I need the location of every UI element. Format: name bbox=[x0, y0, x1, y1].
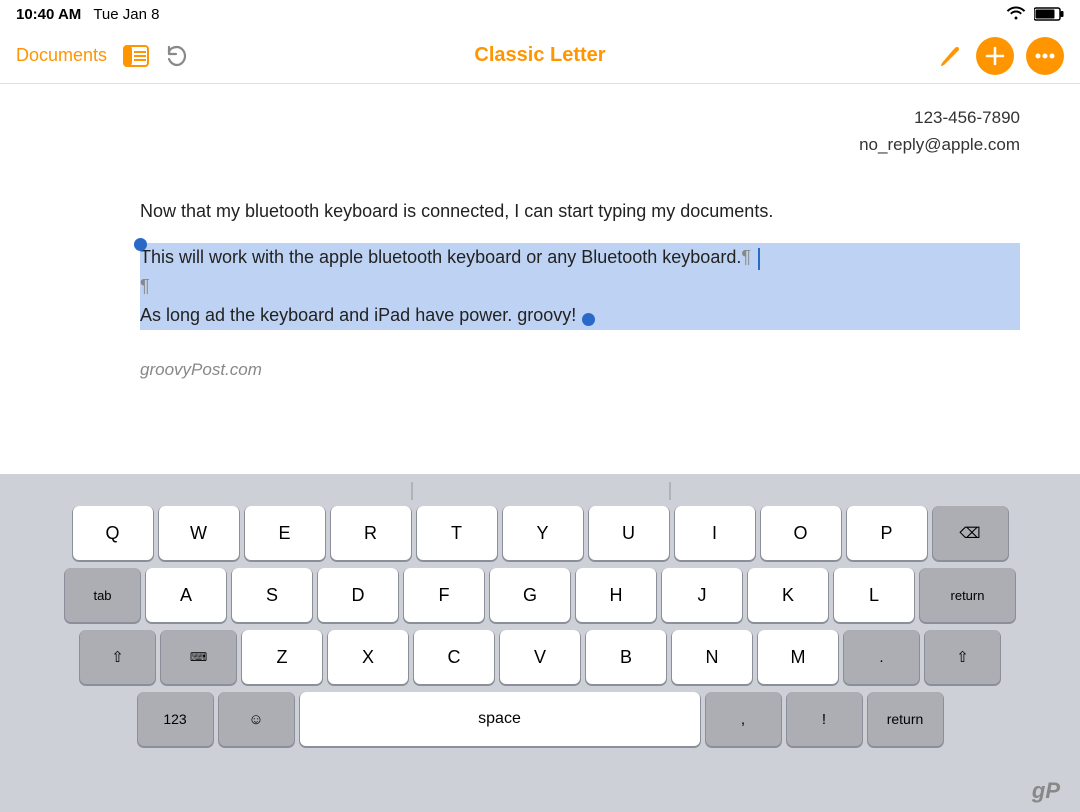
key-d[interactable]: D bbox=[318, 568, 398, 622]
key-r[interactable]: R bbox=[331, 506, 411, 560]
key-j[interactable]: J bbox=[662, 568, 742, 622]
status-right-icons bbox=[1006, 4, 1064, 24]
key-e[interactable]: E bbox=[245, 506, 325, 560]
key-return-bottom[interactable]: return bbox=[868, 692, 943, 746]
keyboard-dividers bbox=[4, 482, 1076, 500]
selected-line-1: This will work with the apple bluetooth … bbox=[140, 243, 1020, 272]
sidebar-toggle-button[interactable] bbox=[123, 45, 149, 67]
key-q[interactable]: Q bbox=[73, 506, 153, 560]
key-u[interactable]: U bbox=[589, 506, 669, 560]
wifi-icon bbox=[1006, 4, 1026, 24]
paragraph-1-text: Now that my bluetooth keyboard is connec… bbox=[140, 201, 773, 221]
keyboard-row-3: ⇧ ⌨ Z X C V B N M . ⇧ bbox=[4, 630, 1076, 684]
key-tab[interactable]: tab bbox=[65, 568, 140, 622]
key-comma[interactable]: , bbox=[706, 692, 781, 746]
key-hide[interactable]: ⌨ bbox=[161, 630, 236, 684]
keyboard-bottom-row: 123 ☺ space , ! return bbox=[4, 692, 1076, 746]
keyboard-area: Q W E R T Y U I O P ⌫ tab A S D F G H J … bbox=[0, 474, 1080, 812]
key-f[interactable]: F bbox=[404, 568, 484, 622]
text-cursor bbox=[758, 248, 760, 270]
document-title: Classic Letter bbox=[474, 44, 605, 66]
divider-right bbox=[669, 482, 671, 500]
selected-line-2: ¶ bbox=[140, 272, 1020, 301]
keyboard-watermark: gP bbox=[1032, 778, 1060, 804]
key-v[interactable]: V bbox=[500, 630, 580, 684]
key-s[interactable]: S bbox=[232, 568, 312, 622]
key-space[interactable]: space bbox=[300, 692, 700, 746]
key-w[interactable]: W bbox=[159, 506, 239, 560]
key-delete[interactable]: ⌫ bbox=[933, 506, 1008, 560]
key-g[interactable]: G bbox=[490, 568, 570, 622]
key-h[interactable]: H bbox=[576, 568, 656, 622]
status-date: Tue Jan 8 bbox=[93, 6, 159, 23]
divider-left bbox=[411, 482, 413, 500]
key-y[interactable]: Y bbox=[503, 506, 583, 560]
key-x[interactable]: X bbox=[328, 630, 408, 684]
documents-button[interactable]: Documents bbox=[16, 45, 107, 66]
selected-text-line-3: As long ad the keyboard and iPad have po… bbox=[140, 305, 576, 325]
key-z[interactable]: Z bbox=[242, 630, 322, 684]
key-k[interactable]: K bbox=[748, 568, 828, 622]
key-emoji[interactable]: ☺ bbox=[219, 692, 294, 746]
paragraph-1: Now that my bluetooth keyboard is connec… bbox=[140, 198, 1020, 225]
key-b[interactable]: B bbox=[586, 630, 666, 684]
key-c[interactable]: C bbox=[414, 630, 494, 684]
selected-text-line-1: This will work with the apple bluetooth … bbox=[140, 247, 741, 267]
add-button[interactable] bbox=[976, 37, 1014, 75]
keyboard-row-2: tab A S D F G H J K L return bbox=[4, 568, 1076, 622]
contact-info: 123-456-7890 no_reply@apple.com bbox=[140, 104, 1020, 158]
key-i[interactable]: I bbox=[675, 506, 755, 560]
key-exclamation[interactable]: ! bbox=[787, 692, 862, 746]
key-t[interactable]: T bbox=[417, 506, 497, 560]
toolbar: Documents Classic Letter bbox=[0, 28, 1080, 84]
key-n[interactable]: N bbox=[672, 630, 752, 684]
undo-button[interactable] bbox=[165, 45, 189, 67]
status-time: 10:40 AM bbox=[16, 6, 81, 23]
key-period[interactable]: . bbox=[844, 630, 919, 684]
selection-end-dot bbox=[582, 307, 595, 334]
document-watermark: groovyPost.com bbox=[140, 360, 1020, 380]
phone-number: 123-456-7890 bbox=[140, 104, 1020, 131]
key-o[interactable]: O bbox=[761, 506, 841, 560]
key-a[interactable]: A bbox=[146, 568, 226, 622]
paragraph-2[interactable]: This will work with the apple bluetooth … bbox=[140, 243, 1020, 330]
more-button[interactable] bbox=[1026, 37, 1064, 75]
keyboard-row-1: Q W E R T Y U I O P ⌫ bbox=[4, 506, 1076, 560]
key-l[interactable]: L bbox=[834, 568, 914, 622]
battery-icon bbox=[1034, 6, 1064, 22]
key-numbers[interactable]: 123 bbox=[138, 692, 213, 746]
annotation-button[interactable] bbox=[934, 41, 964, 71]
key-shift-right[interactable]: ⇧ bbox=[925, 630, 1000, 684]
key-return[interactable]: return bbox=[920, 568, 1015, 622]
key-shift-left[interactable]: ⇧ bbox=[80, 630, 155, 684]
key-p[interactable]: P bbox=[847, 506, 927, 560]
key-m[interactable]: M bbox=[758, 630, 838, 684]
email-address: no_reply@apple.com bbox=[140, 131, 1020, 158]
selected-line-3: As long ad the keyboard and iPad have po… bbox=[140, 301, 1020, 330]
document-area: 123-456-7890 no_reply@apple.com Now that… bbox=[0, 84, 1080, 474]
status-bar: 10:40 AM Tue Jan 8 bbox=[0, 0, 1080, 28]
